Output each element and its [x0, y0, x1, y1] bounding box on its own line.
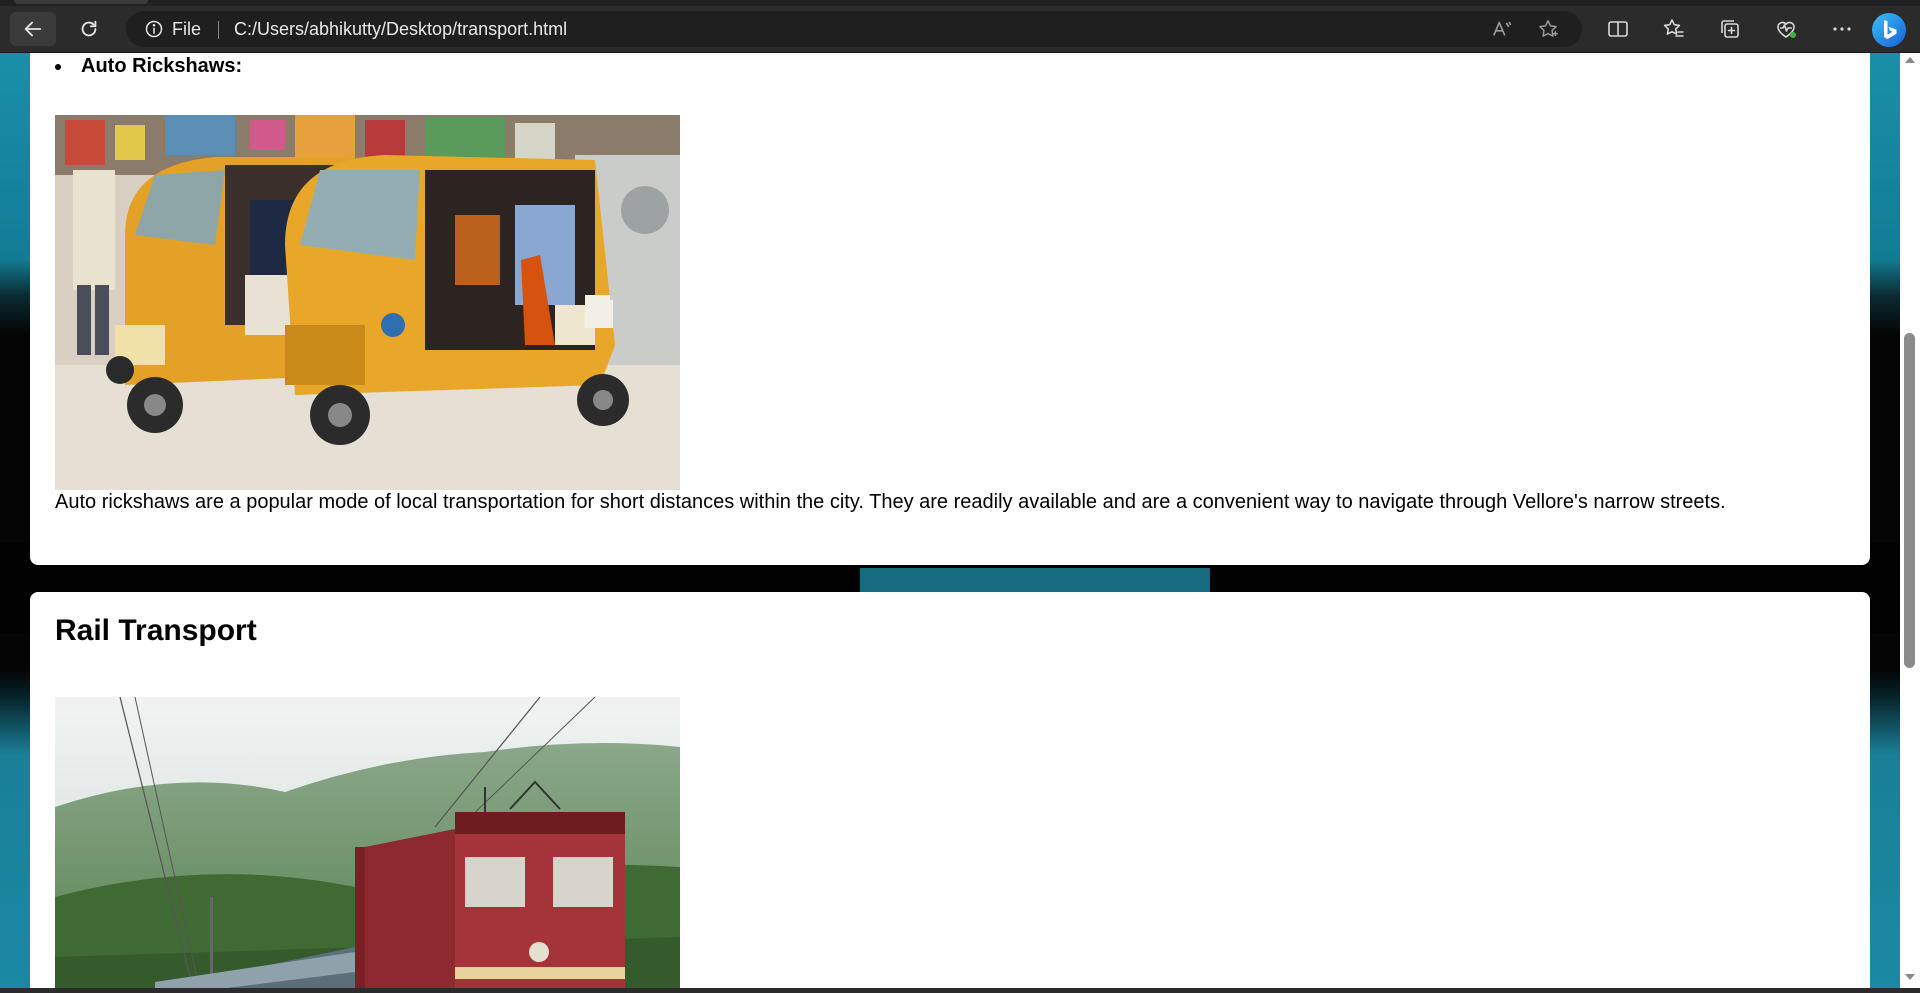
browser-toolbar: File C:/Users/abhikutty/Desktop/transpor… [0, 6, 1920, 53]
bullet-icon [55, 64, 61, 70]
collections-icon[interactable] [1716, 15, 1744, 43]
more-icon[interactable] [1828, 15, 1856, 43]
favorite-star-icon[interactable] [1536, 17, 1560, 41]
address-separator [218, 21, 219, 39]
bing-icon[interactable] [1870, 11, 1908, 49]
auto-rickshaw-card: Auto Rickshaws: Auto rickshaws are a pop… [30, 53, 1870, 565]
info-icon [145, 20, 163, 38]
auto-rickshaw-description: Auto rickshaws are a popular mode of loc… [55, 491, 1726, 513]
reload-icon [81, 20, 97, 37]
site-info-label: File [172, 18, 202, 39]
url-text[interactable]: C:/Users/abhikutty/Desktop/transport.htm… [234, 11, 567, 47]
back-arrow-icon [24, 21, 42, 37]
section-heading: Rail Transport [55, 614, 257, 647]
page-viewport: Auto Rickshaws: Auto rickshaws are a pop… [0, 53, 1900, 988]
address-bar[interactable]: File C:/Users/abhikutty/Desktop/transpor… [126, 11, 1582, 47]
rail-transport-image [55, 697, 680, 988]
auto-rickshaw-image [55, 115, 680, 490]
scroll-up-arrow-icon[interactable] [1905, 57, 1915, 63]
split-screen-icon[interactable] [1604, 15, 1632, 43]
site-info-button[interactable]: File [144, 11, 201, 47]
rail-transport-card: Rail Transport [30, 592, 1870, 988]
transport-list: Auto Rickshaws: [55, 53, 242, 79]
vertical-scrollbar[interactable] [1900, 53, 1920, 988]
scroll-down-arrow-icon[interactable] [1905, 974, 1915, 980]
active-tab-edge[interactable] [14, 0, 148, 4]
list-item: Auto Rickshaws: [55, 53, 242, 79]
scrollbar-thumb[interactable] [1904, 333, 1915, 668]
read-aloud-icon[interactable] [1490, 17, 1514, 41]
favorites-icon[interactable] [1660, 15, 1688, 43]
back-button[interactable] [10, 12, 56, 46]
browser-essentials-icon[interactable] [1772, 15, 1800, 43]
reload-button[interactable] [66, 12, 112, 46]
list-item-label: Auto Rickshaws: [81, 55, 243, 77]
window-bottom-edge [0, 988, 1920, 993]
